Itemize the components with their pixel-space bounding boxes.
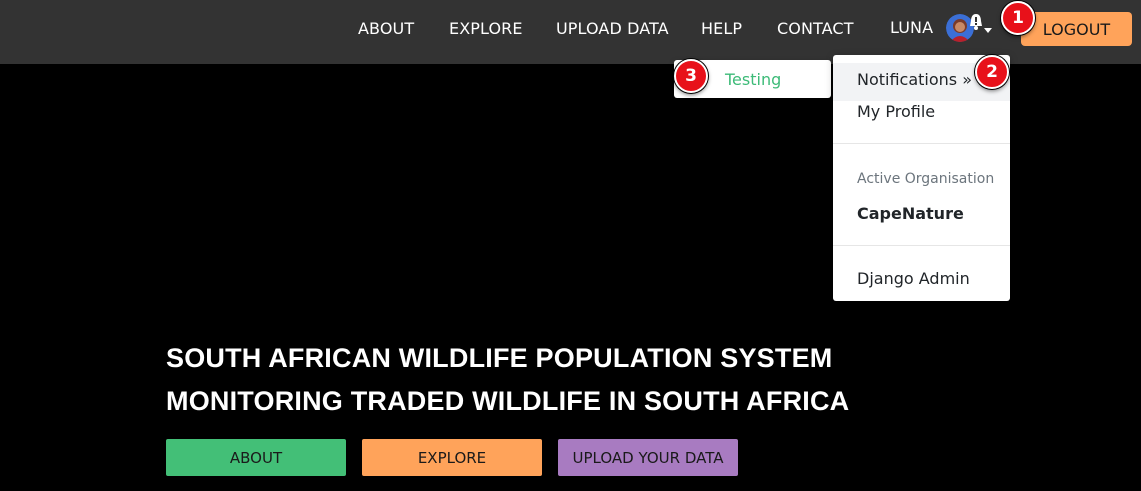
chevron-down-icon[interactable] [984,28,992,33]
annotation-marker-3: 3 [674,59,708,93]
nav-help-link[interactable]: HELP [701,19,742,38]
bell-alert-icon[interactable] [968,13,984,31]
nav-about-link[interactable]: ABOUT [358,19,414,38]
annotation-marker-1: 1 [1001,1,1035,35]
dropdown-divider [833,245,1010,246]
hero-title-line-2: MONITORING TRADED WILDLIFE IN SOUTH AFRI… [166,386,850,416]
dropdown-item-django-admin[interactable]: Django Admin [857,269,970,288]
hero-about-button[interactable]: ABOUT [166,439,346,476]
hero-title-line-1: SOUTH AFRICAN WILDLIFE POPULATION SYSTEM [166,343,833,373]
nav-contact-link[interactable]: CONTACT [777,19,854,38]
hero-explore-button[interactable]: EXPLORE [362,439,542,476]
hero-upload-data-button[interactable]: UPLOAD YOUR DATA [558,439,738,476]
dropdown-item-my-profile[interactable]: My Profile [857,102,935,121]
dropdown-divider [833,143,1010,144]
username-label[interactable]: LUNA [890,18,933,37]
logout-button[interactable]: LOGOUT [1021,12,1132,46]
notification-item-testing[interactable]: Testing [725,70,781,89]
active-organisation-header: Active Organisation [857,171,995,187]
annotation-marker-2: 2 [975,55,1009,89]
nav-upload-data-link[interactable]: UPLOAD DATA [556,19,669,38]
active-organisation-name[interactable]: CapeNature [857,204,964,223]
user-dropdown-menu: Notifications » My Profile Active Organi… [833,55,1010,301]
nav-explore-link[interactable]: EXPLORE [449,19,523,38]
dropdown-item-notifications[interactable]: Notifications » [857,70,972,89]
